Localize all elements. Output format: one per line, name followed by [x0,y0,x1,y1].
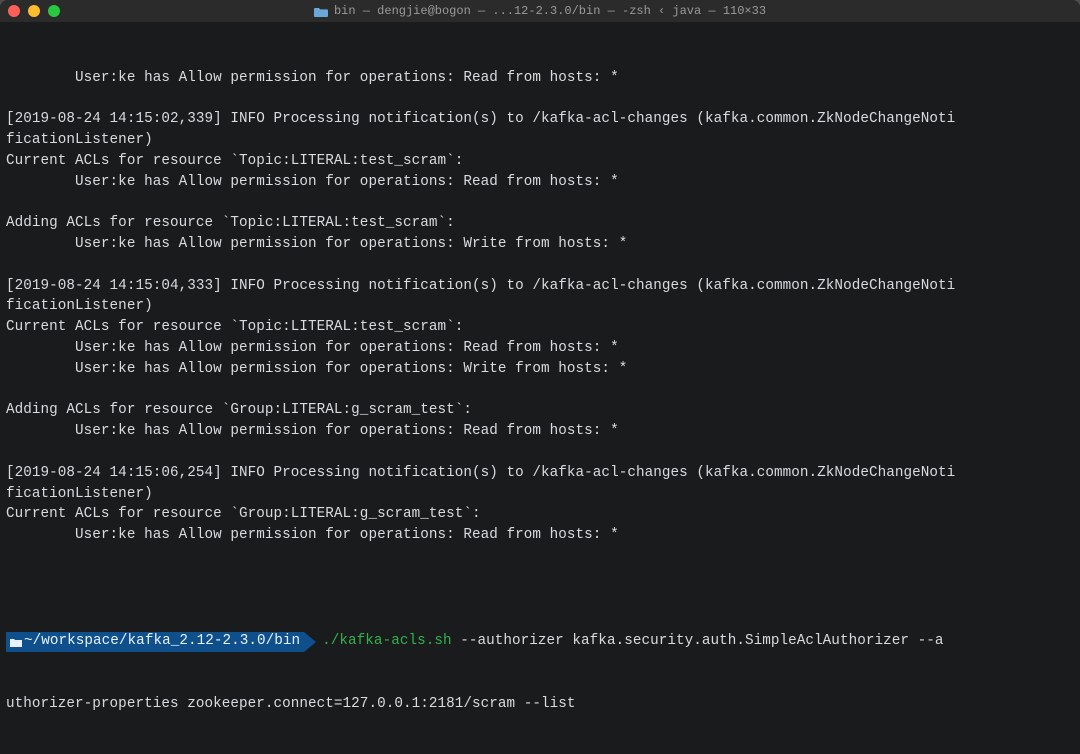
terminal-line: User:ke has Allow permission for operati… [6,421,1074,442]
terminal-line [6,88,1074,109]
terminal-line [6,442,1074,463]
terminal-line [6,380,1074,401]
prompt-cwd: ~/workspace/kafka_2.12-2.3.0/bin [24,631,300,652]
terminal-line: ficationListener) [6,296,1074,317]
terminal-line: User:ke has Allow permission for operati… [6,234,1074,255]
terminal-line [6,255,1074,276]
window-title-text: bin — dengjie@bogon — ...12-2.3.0/bin — … [334,4,766,18]
terminal-line: [2019-08-24 14:15:06,254] INFO Processin… [6,463,1074,484]
prompt-badge: ~/workspace/kafka_2.12-2.3.0/bin [6,632,304,652]
terminal-line: Current ACLs for resource `Group:LITERAL… [6,504,1074,525]
command-args-2: uthorizer-properties zookeeper.connect=1… [6,694,1074,715]
minimize-icon[interactable] [28,5,40,17]
close-icon[interactable] [8,5,20,17]
terminal-line: ficationListener) [6,130,1074,151]
folder-path-icon [8,636,24,648]
window-controls [8,5,60,17]
terminal-line: Adding ACLs for resource `Group:LITERAL:… [6,400,1074,421]
prompt-arrow-icon [304,632,316,652]
command-args-1: --authorizer kafka.security.auth.SimpleA… [452,631,944,652]
terminal-line: User:ke has Allow permission for operati… [6,525,1074,546]
terminal-window: bin — dengjie@bogon — ...12-2.3.0/bin — … [0,0,1080,754]
terminal-line: [2019-08-24 14:15:02,339] INFO Processin… [6,109,1074,130]
terminal-line: Current ACLs for resource `Topic:LITERAL… [6,317,1074,338]
titlebar: bin — dengjie@bogon — ...12-2.3.0/bin — … [0,0,1080,22]
terminal-line: User:ke has Allow permission for operati… [6,68,1074,89]
terminal-line: User:ke has Allow permission for operati… [6,338,1074,359]
terminal-line: ficationListener) [6,484,1074,505]
terminal-line: Adding ACLs for resource `Topic:LITERAL:… [6,213,1074,234]
folder-icon [314,6,328,17]
terminal-line: Current ACLs for resource `Topic:LITERAL… [6,151,1074,172]
terminal-output: User:ke has Allow permission for operati… [6,68,1074,567]
window-title: bin — dengjie@bogon — ...12-2.3.0/bin — … [0,4,1080,18]
zoom-icon[interactable] [48,5,60,17]
terminal-line: [2019-08-24 14:15:04,333] INFO Processin… [6,276,1074,297]
terminal-line [6,546,1074,567]
terminal-body[interactable]: User:ke has Allow permission for operati… [0,22,1080,754]
terminal-line: User:ke has Allow permission for operati… [6,359,1074,380]
command-exec: ./kafka-acls.sh [322,631,451,652]
terminal-line [6,192,1074,213]
terminal-line: User:ke has Allow permission for operati… [6,172,1074,193]
prompt-line: ~/workspace/kafka_2.12-2.3.0/bin ./kafka… [6,631,1074,652]
